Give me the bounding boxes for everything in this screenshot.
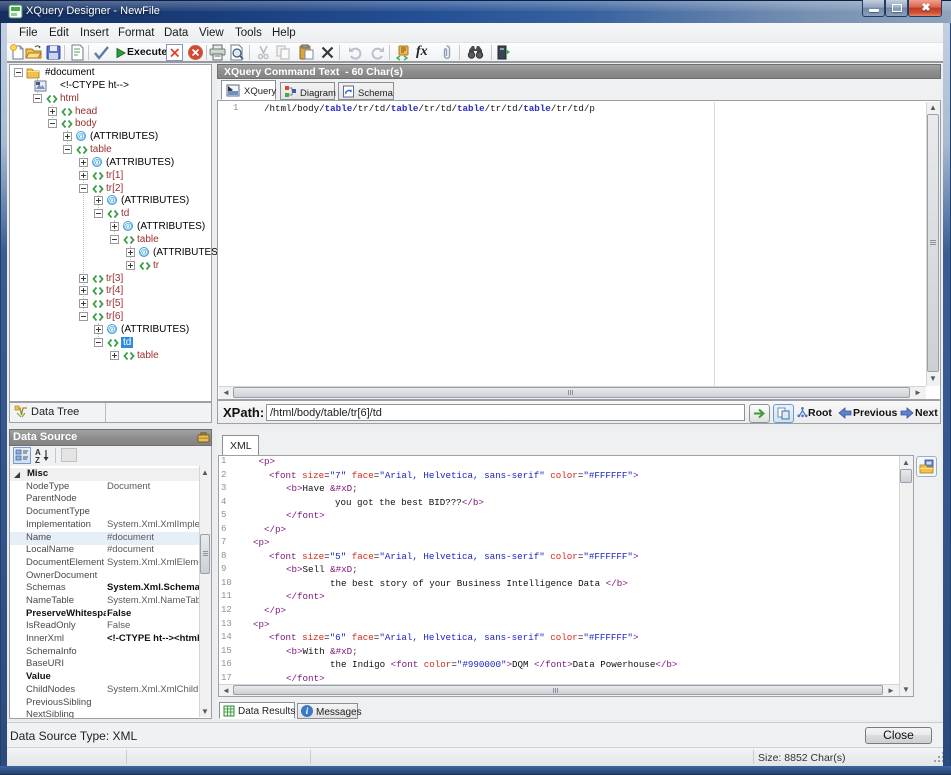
svg-text:Z: Z (35, 456, 40, 464)
